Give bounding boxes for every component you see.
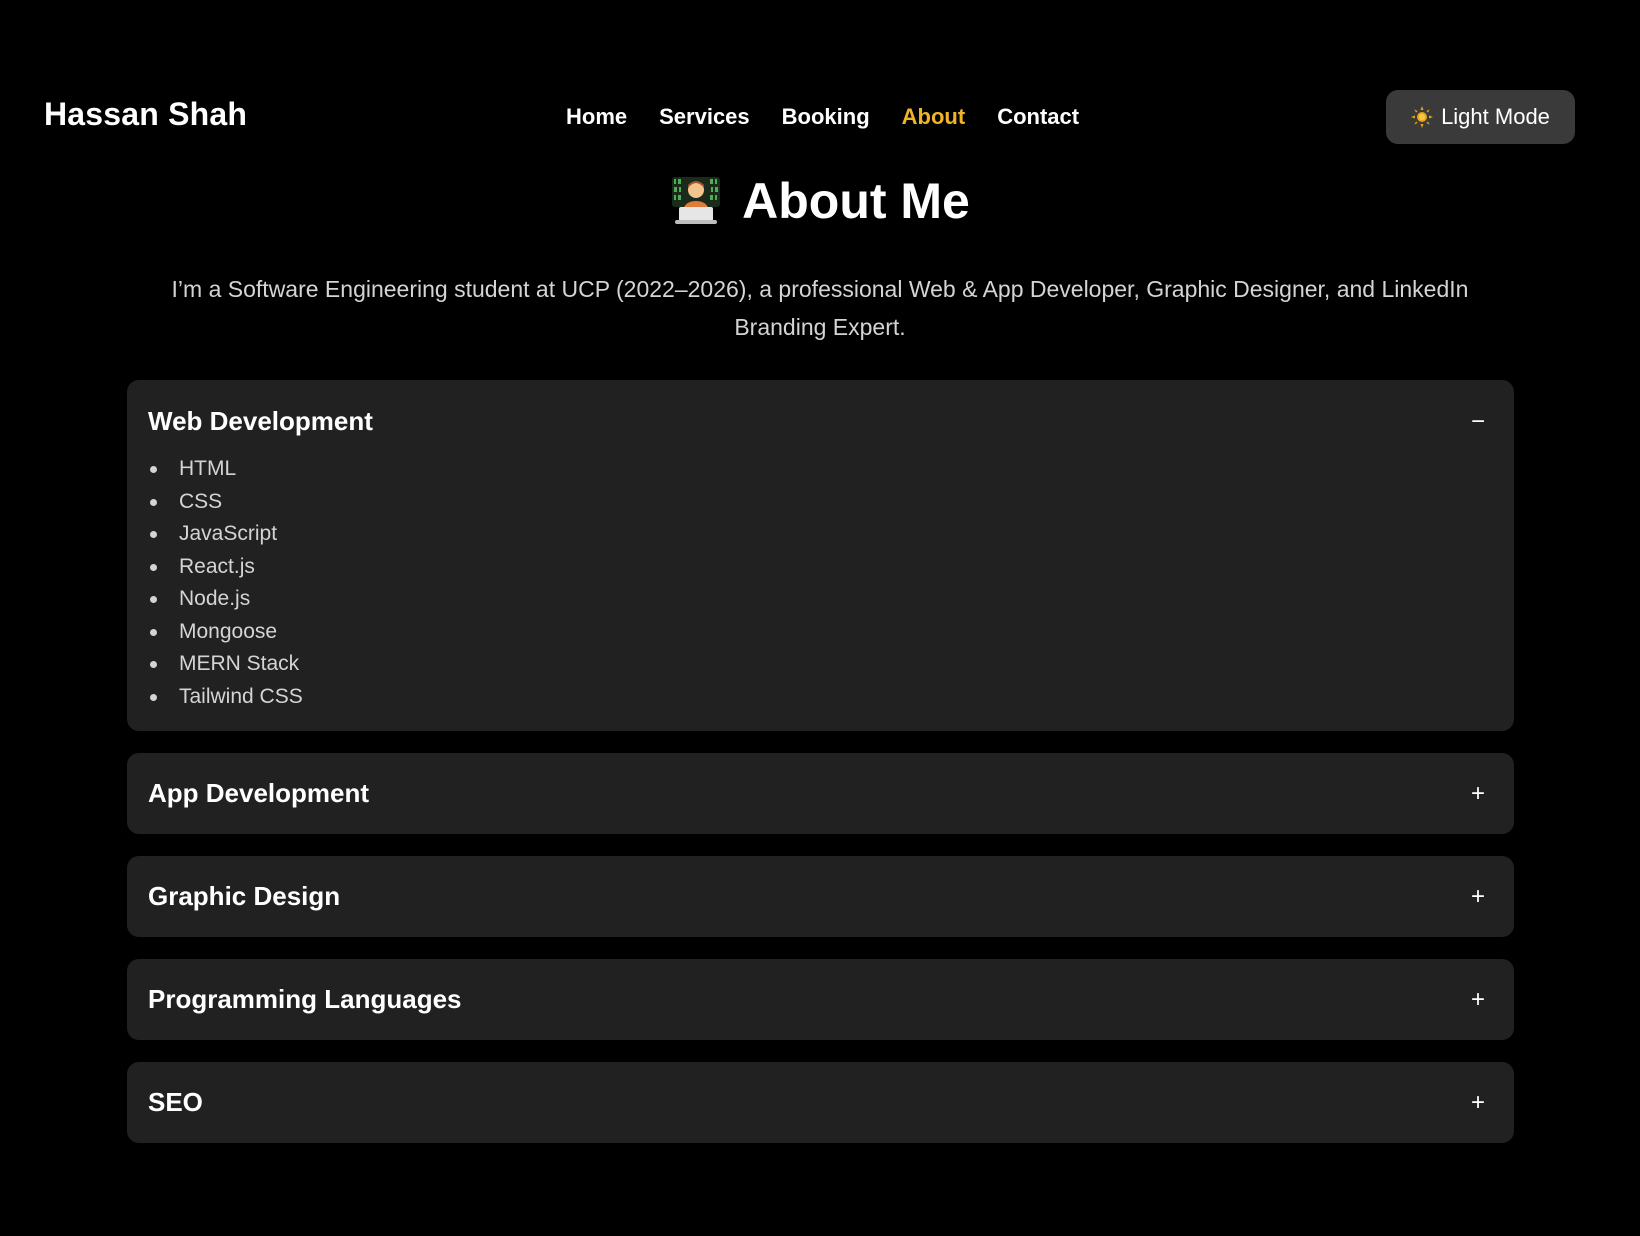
accordion-title: Programming Languages xyxy=(148,984,462,1014)
accordion-header-app-development[interactable]: App Development + xyxy=(148,753,1490,834)
page-heading: About Me xyxy=(0,172,1640,230)
list-item: HTML xyxy=(148,453,1490,486)
sun-icon xyxy=(1411,106,1434,128)
expand-icon[interactable]: + xyxy=(1466,780,1490,808)
accordion-item-app-development: App Development + xyxy=(127,753,1514,834)
accordion-title: Graphic Design xyxy=(148,881,341,911)
accordion-header-programming-languages[interactable]: Programming Languages + xyxy=(148,959,1490,1040)
nav-link-home[interactable]: Home xyxy=(566,104,627,130)
collapse-icon[interactable]: − xyxy=(1466,408,1490,436)
theme-toggle-button[interactable]: Light Mode xyxy=(1386,90,1575,144)
accordion-title: SEO xyxy=(148,1087,203,1117)
brand-logo[interactable]: Hassan Shah xyxy=(44,96,247,133)
list-item: CSS xyxy=(148,486,1490,519)
accordion-title: Web Development xyxy=(148,406,373,436)
list-item: MERN Stack xyxy=(148,648,1490,681)
list-item: Tailwind CSS xyxy=(148,681,1490,714)
page-title: About Me xyxy=(742,173,970,229)
nav-links: Home Services Booking About Contact xyxy=(566,104,1079,130)
accordion-item-seo: SEO + xyxy=(127,1062,1514,1143)
nav-link-booking[interactable]: Booking xyxy=(782,104,870,130)
nav-link-contact[interactable]: Contact xyxy=(997,104,1079,130)
theme-toggle-label: Light Mode xyxy=(1441,104,1550,129)
intro-paragraph: I’m a Software Engineering student at UC… xyxy=(171,276,1469,340)
accordion-header-web-development[interactable]: Web Development − xyxy=(148,380,1490,463)
skills-accordion: Web Development − HTML CSS JavaScript Re… xyxy=(127,380,1514,1165)
expand-icon[interactable]: + xyxy=(1466,986,1490,1014)
technologist-icon xyxy=(670,175,722,227)
list-item: JavaScript xyxy=(148,518,1490,551)
accordion-item-programming-languages: Programming Languages + xyxy=(127,959,1514,1040)
accordion-title: App Development xyxy=(148,778,370,808)
expand-icon[interactable]: + xyxy=(1466,883,1490,911)
nav-link-about[interactable]: About xyxy=(902,104,966,130)
accordion-item-graphic-design: Graphic Design + xyxy=(127,856,1514,937)
nav-link-services[interactable]: Services xyxy=(659,104,750,130)
list-item: React.js xyxy=(148,551,1490,584)
navbar: Hassan Shah Home Services Booking About … xyxy=(0,88,1640,148)
accordion-header-seo[interactable]: SEO + xyxy=(148,1062,1490,1143)
list-item: Mongoose xyxy=(148,616,1490,649)
accordion-item-web-development: Web Development − HTML CSS JavaScript Re… xyxy=(127,380,1514,731)
expand-icon[interactable]: + xyxy=(1466,1089,1490,1117)
list-item: Node.js xyxy=(148,583,1490,616)
accordion-header-graphic-design[interactable]: Graphic Design + xyxy=(148,856,1490,937)
skill-list: HTML CSS JavaScript React.js Node.js Mon… xyxy=(148,453,1490,731)
